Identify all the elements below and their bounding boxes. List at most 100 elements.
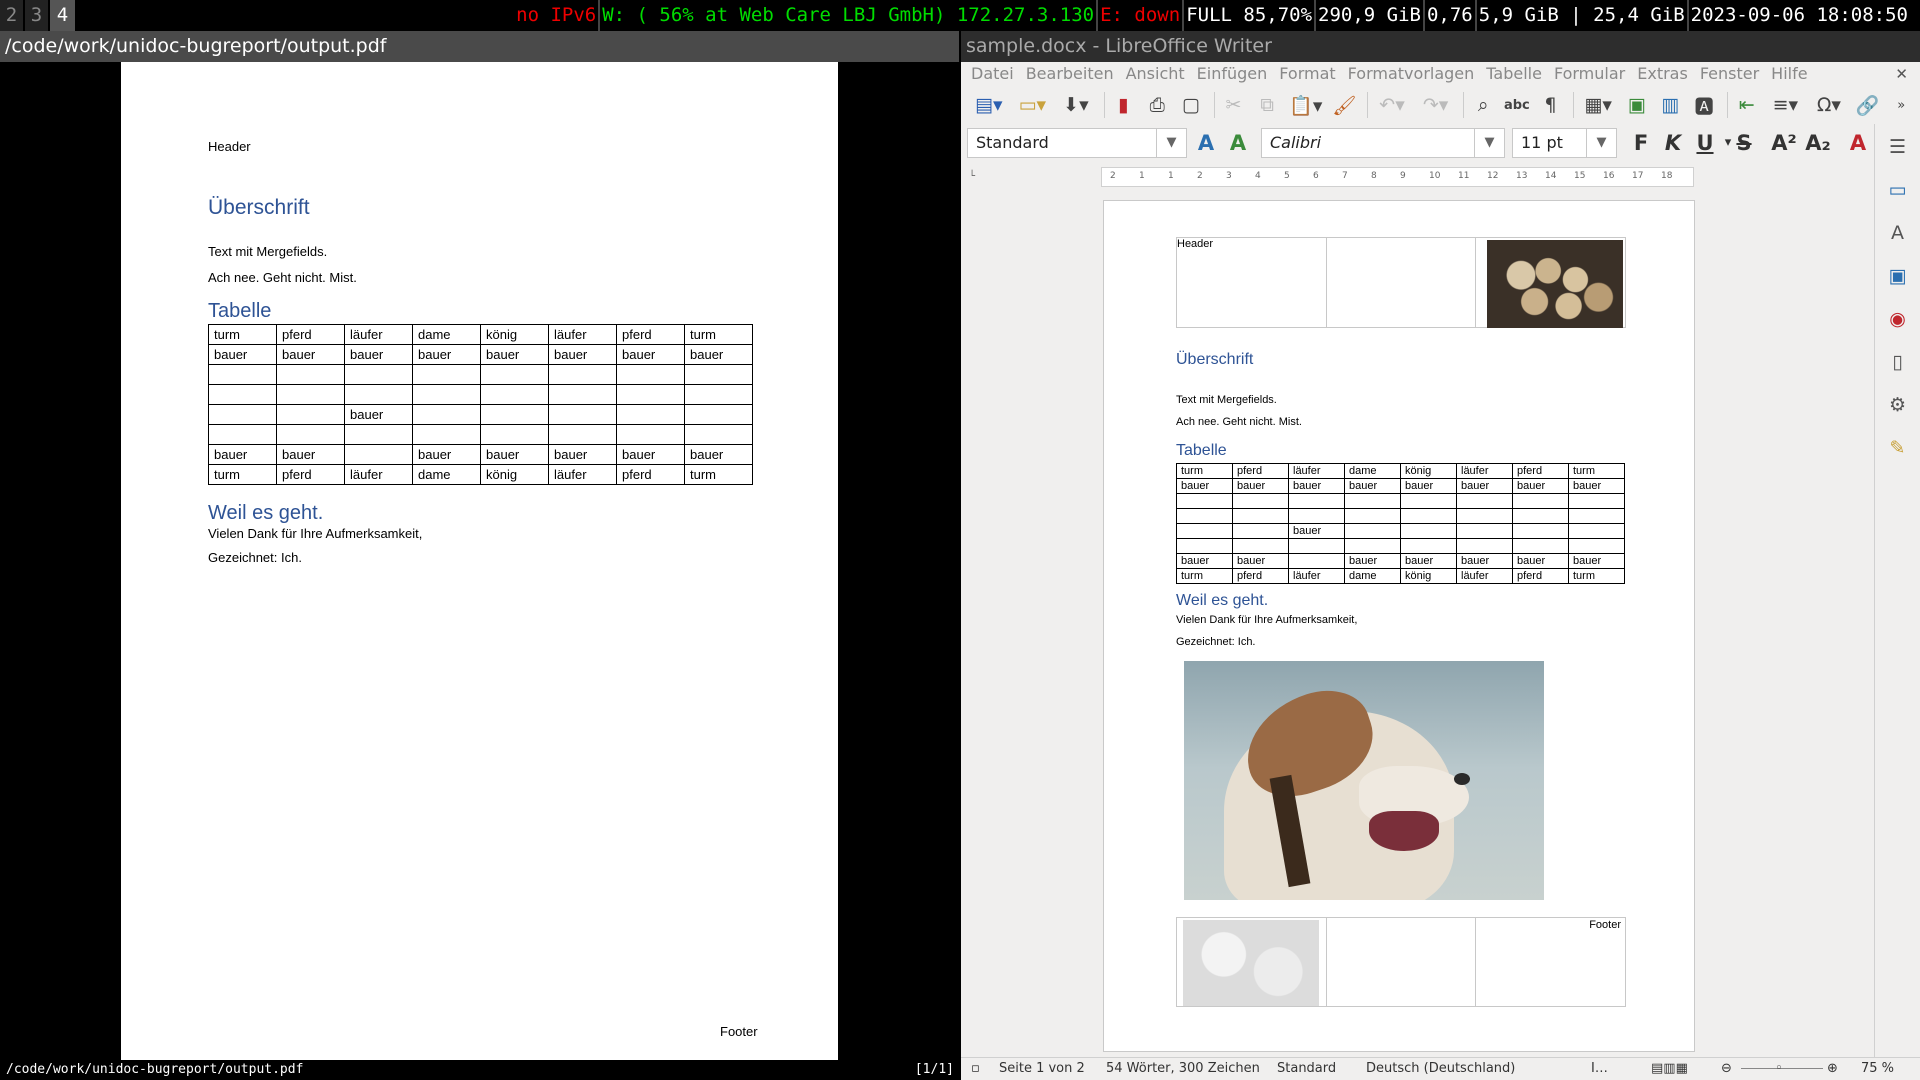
paste-icon[interactable]: 📋▾ bbox=[1286, 90, 1326, 120]
table-cell[interactable]: bauer bbox=[1512, 478, 1569, 494]
table-cell[interactable]: dame bbox=[1344, 463, 1401, 479]
horizontal-ruler[interactable]: 2 1 1 2 3 4 5 6 7 8 9 10 11 12 13 14 15 16 17 18 bbox=[1101, 167, 1694, 187]
table-cell[interactable]: pferd bbox=[1512, 463, 1569, 479]
sidebar-menu-icon[interactable]: ☰ bbox=[1883, 132, 1913, 162]
menu-tabelle[interactable]: Tabelle bbox=[1486, 62, 1542, 86]
table-cell[interactable] bbox=[1400, 538, 1457, 554]
table-cell[interactable]: bauer bbox=[1512, 553, 1569, 569]
footer-cell[interactable]: Footer bbox=[1475, 917, 1626, 1007]
insert-mode-status[interactable]: I… bbox=[1591, 1058, 1608, 1080]
undo-icon[interactable]: ↶▾ bbox=[1372, 90, 1412, 120]
insert-field-icon[interactable]: ≡▾ bbox=[1766, 90, 1806, 120]
page-style-status[interactable]: Standard bbox=[1277, 1058, 1336, 1080]
table-cell[interactable]: bauer bbox=[1288, 478, 1345, 494]
table-cell[interactable]: bauer bbox=[1344, 478, 1401, 494]
table-cell[interactable]: läufer bbox=[1288, 568, 1345, 584]
menu-fenster[interactable]: Fenster bbox=[1700, 62, 1759, 86]
table-cell[interactable] bbox=[1176, 508, 1233, 524]
table-cell[interactable] bbox=[1456, 493, 1513, 509]
workspace-2-button[interactable]: 2 bbox=[0, 0, 23, 31]
print-icon[interactable]: ⎙ bbox=[1142, 90, 1172, 120]
table-cell[interactable]: bauer bbox=[1456, 553, 1513, 569]
print-preview-icon[interactable]: ▢ bbox=[1176, 90, 1206, 120]
close-document-icon[interactable]: ✕ bbox=[1895, 62, 1908, 86]
zoom-level-status[interactable]: 75 % bbox=[1861, 1058, 1894, 1080]
workspace-3-button[interactable]: 3 bbox=[25, 0, 48, 31]
font-size-select[interactable]: 11 pt ▼ bbox=[1512, 128, 1617, 158]
chevron-down-icon[interactable]: ▼ bbox=[1156, 129, 1186, 157]
table-cell[interactable]: könig bbox=[1400, 568, 1457, 584]
italic-icon[interactable]: K bbox=[1658, 128, 1688, 158]
menu-bearbeiten[interactable]: Bearbeiten bbox=[1026, 62, 1114, 86]
table-cell[interactable] bbox=[1568, 538, 1625, 554]
table-cell[interactable]: bauer bbox=[1568, 478, 1625, 494]
cut-icon[interactable]: ✂ bbox=[1219, 90, 1249, 120]
navigator-icon[interactable]: ◉ bbox=[1883, 304, 1913, 334]
clone-formatting-icon[interactable]: 🖌 bbox=[1330, 90, 1360, 120]
table-cell[interactable] bbox=[1344, 493, 1401, 509]
table-cell[interactable] bbox=[1568, 523, 1625, 539]
header-cell[interactable]: Header bbox=[1176, 237, 1327, 328]
table-cell[interactable] bbox=[1400, 523, 1457, 539]
table-cell[interactable]: turm bbox=[1568, 568, 1625, 584]
table-cell[interactable] bbox=[1288, 493, 1345, 509]
table-cell[interactable] bbox=[1176, 523, 1233, 539]
table-cell[interactable]: turm bbox=[1568, 463, 1625, 479]
table-cell[interactable] bbox=[1568, 493, 1625, 509]
table-cell[interactable]: turm bbox=[1176, 463, 1233, 479]
menu-extras[interactable]: Extras bbox=[1637, 62, 1688, 86]
dog-photo-image[interactable] bbox=[1184, 661, 1544, 900]
table-cell[interactable]: bauer bbox=[1400, 478, 1457, 494]
table-cell[interactable] bbox=[1456, 508, 1513, 524]
zoom-in-icon[interactable]: ⊕ bbox=[1827, 1058, 1838, 1080]
header-cell[interactable] bbox=[1325, 237, 1477, 328]
clear-formatting-icon[interactable]: A bbox=[1843, 128, 1873, 158]
table-cell[interactable] bbox=[1344, 538, 1401, 554]
open-folder-icon[interactable]: ▭▾ bbox=[1013, 90, 1053, 120]
table-cell[interactable] bbox=[1232, 538, 1289, 554]
insert-chart-icon[interactable]: ▥ bbox=[1656, 90, 1686, 120]
pdf-page[interactable]: Header Überschrift Text mit Mergefields.… bbox=[121, 62, 838, 1060]
header-nuts-image[interactable] bbox=[1487, 240, 1623, 328]
table-cell[interactable] bbox=[1568, 508, 1625, 524]
copy-icon[interactable]: ⧉ bbox=[1252, 90, 1282, 120]
table-cell[interactable] bbox=[1512, 493, 1569, 509]
zoom-slider-handle[interactable]: ◦ bbox=[1775, 1058, 1783, 1080]
update-style-icon[interactable]: A bbox=[1191, 128, 1221, 158]
special-character-icon[interactable]: Ω▾ bbox=[1809, 90, 1849, 120]
paragraph-style-select[interactable]: Standard ▼ bbox=[967, 128, 1187, 158]
footer-cell[interactable] bbox=[1176, 917, 1327, 1007]
table-cell[interactable]: pferd bbox=[1232, 463, 1289, 479]
table-cell[interactable]: könig bbox=[1400, 463, 1457, 479]
strikethrough-icon[interactable]: S bbox=[1729, 128, 1759, 158]
table-cell[interactable] bbox=[1176, 538, 1233, 554]
menu-einfuegen[interactable]: Einfügen bbox=[1197, 62, 1268, 86]
table-cell[interactable]: pferd bbox=[1232, 568, 1289, 584]
find-replace-icon[interactable]: ⌕ bbox=[1468, 90, 1498, 120]
table-cell[interactable]: bauer bbox=[1288, 523, 1345, 539]
spellcheck-icon[interactable]: abc bbox=[1502, 90, 1532, 120]
insert-page-break-icon[interactable]: ⇤ bbox=[1732, 90, 1762, 120]
table-cell[interactable] bbox=[1344, 508, 1401, 524]
table-cell[interactable]: bauer bbox=[1176, 553, 1233, 569]
properties-icon[interactable]: ▭ bbox=[1883, 175, 1913, 205]
menu-format[interactable]: Format bbox=[1279, 62, 1335, 86]
language-status[interactable]: Deutsch (Deutschland) bbox=[1366, 1058, 1515, 1080]
document-page[interactable]: Header Überschrift Text mit Mergefields.… bbox=[1103, 200, 1695, 1052]
table-cell[interactable] bbox=[1176, 493, 1233, 509]
word-count-status[interactable]: 54 Wörter, 300 Zeichen bbox=[1106, 1058, 1260, 1080]
insert-table-icon[interactable]: ▦▾ bbox=[1578, 90, 1618, 120]
table-cell[interactable]: bauer bbox=[1568, 553, 1625, 569]
table-cell[interactable]: bauer bbox=[1232, 478, 1289, 494]
table-cell[interactable]: bauer bbox=[1344, 553, 1401, 569]
table-cell[interactable] bbox=[1344, 523, 1401, 539]
font-name-select[interactable]: Calibri ▼ bbox=[1261, 128, 1505, 158]
menu-formular[interactable]: Formular bbox=[1554, 62, 1625, 86]
page-count-status[interactable]: Seite 1 von 2 bbox=[999, 1058, 1085, 1080]
more-options-icon[interactable]: » bbox=[1886, 90, 1916, 120]
document-canvas[interactable]: Header Überschrift Text mit Mergefields.… bbox=[961, 191, 1886, 1080]
new-style-icon[interactable]: A bbox=[1223, 128, 1253, 158]
formatting-marks-icon[interactable]: ¶ bbox=[1536, 90, 1566, 120]
insert-textbox-icon[interactable]: 🅰 bbox=[1689, 90, 1719, 120]
table-cell[interactable] bbox=[1456, 523, 1513, 539]
